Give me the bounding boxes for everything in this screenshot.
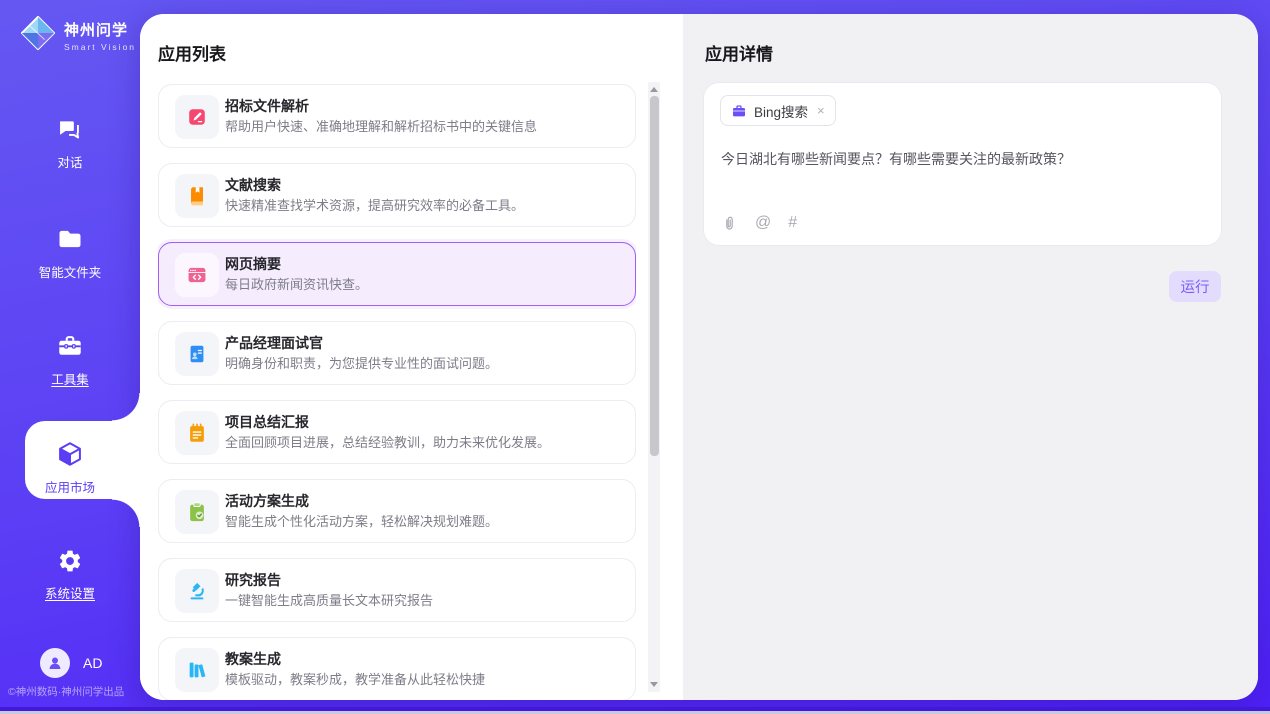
sidebar-item-label: 智能文件夹 xyxy=(0,262,140,281)
app-card-research-report[interactable]: 研究报告 一键智能生成高质量长文本研究报告 xyxy=(158,558,636,622)
app-desc: 全面回顾项目进展，总结经验教训，助力未来优化发展。 xyxy=(225,432,550,451)
diamond-logo-icon xyxy=(19,14,57,57)
sidebar-item-label: 对话 xyxy=(0,152,140,171)
prompt-toolbar: @ # xyxy=(721,214,797,232)
app-name: 招标文件解析 xyxy=(225,96,309,116)
sidebar: 神州问学 Smart Vision 对话 智能文件夹 xyxy=(0,0,140,714)
briefcase-icon xyxy=(731,103,747,119)
app-desc: 一键智能生成高质量长文本研究报告 xyxy=(225,590,433,609)
scroll-down-arrow-icon[interactable] xyxy=(650,682,658,687)
user-account[interactable]: AD xyxy=(40,648,102,678)
sidebar-item-chat[interactable]: 对话 xyxy=(0,115,140,171)
scroll-up-arrow-icon[interactable] xyxy=(650,87,658,92)
browser-code-icon xyxy=(175,253,219,297)
app-name: 网页摘要 xyxy=(225,254,281,274)
scrollbar-thumb[interactable] xyxy=(650,96,659,456)
resume-icon xyxy=(175,332,219,376)
app-card-project-summary[interactable]: 项目总结汇报 全面回顾项目进展，总结经验教训，助力未来优化发展。 xyxy=(158,400,636,464)
avatar xyxy=(40,648,70,678)
app-desc: 快速精准查找学术资源，提高研究效率的必备工具。 xyxy=(225,195,524,214)
main-content: 应用列表 招标文件解析 帮助用户快速、准确地理解和解析招标书中的关键信息 xyxy=(140,14,1258,700)
app-name: 项目总结汇报 xyxy=(225,412,309,432)
app-list: 招标文件解析 帮助用户快速、准确地理解和解析招标书中的关键信息 文献搜索 快速精… xyxy=(158,82,636,700)
app-name: 产品经理面试官 xyxy=(225,333,323,353)
app-name: 教案生成 xyxy=(225,649,281,669)
app-desc: 明确身份和职责，为您提供专业性的面试问题。 xyxy=(225,353,498,372)
detail-title: 应用详情 xyxy=(705,40,773,65)
gear-icon xyxy=(56,548,84,576)
toolbox-icon xyxy=(56,332,84,360)
app-list-panel: 应用列表 招标文件解析 帮助用户快速、准确地理解和解析招标书中的关键信息 xyxy=(140,14,683,700)
app-desc: 模板驱动，教案秒成，教学准备从此轻松快捷 xyxy=(225,669,485,688)
run-button[interactable]: 运行 xyxy=(1169,271,1221,302)
app-logo: 神州问学 Smart Vision xyxy=(19,14,136,57)
sidebar-item-label: 工具集 xyxy=(0,369,140,388)
tool-tag-bing-search[interactable]: Bing搜索 × xyxy=(720,95,836,126)
book-icon xyxy=(175,174,219,218)
app-card-literature-search[interactable]: 文献搜索 快速精准查找学术资源，提高研究效率的必备工具。 xyxy=(158,163,636,227)
app-card-event-plan[interactable]: 活动方案生成 智能生成个性化活动方案，轻松解决规划难题。 xyxy=(158,479,636,543)
notepad-icon xyxy=(175,411,219,455)
app-desc: 每日政府新闻资讯快查。 xyxy=(225,274,368,293)
books-icon xyxy=(175,648,219,692)
app-desc: 帮助用户快速、准确地理解和解析招标书中的关键信息 xyxy=(225,116,537,135)
app-detail-panel: 应用详情 Bing搜索 × 今日湖北有哪些新闻要点？有哪些需要关注的最新政策？ xyxy=(683,14,1258,700)
at-icon[interactable]: @ xyxy=(755,214,771,232)
app-card-web-summary[interactable]: 网页摘要 每日政府新闻资讯快查。 xyxy=(158,242,636,306)
scrollbar[interactable] xyxy=(648,82,660,692)
cube-icon xyxy=(56,440,84,468)
tool-tag-label: Bing搜索 xyxy=(754,101,808,121)
app-desc: 智能生成个性化活动方案，轻松解决规划难题。 xyxy=(225,511,498,530)
app-name: 研究报告 xyxy=(225,570,281,590)
hash-icon[interactable]: # xyxy=(788,214,797,232)
prompt-input[interactable]: 今日湖北有哪些新闻要点？有哪些需要关注的最新政策？ xyxy=(721,149,1203,169)
sidebar-item-label: 应用市场 xyxy=(0,477,140,496)
page-title: 应用列表 xyxy=(158,40,226,65)
app-card-bid-document-analysis[interactable]: 招标文件解析 帮助用户快速、准确地理解和解析招标书中的关键信息 xyxy=(158,84,636,148)
brand-subtitle: Smart Vision xyxy=(64,42,136,52)
app-card-pm-interviewer[interactable]: 产品经理面试官 明确身份和职责，为您提供专业性的面试问题。 xyxy=(158,321,636,385)
paperclip-icon[interactable] xyxy=(721,215,738,232)
app-card-lesson-plan[interactable]: 教案生成 模板驱动，教案秒成，教学准备从此轻松快捷 xyxy=(158,637,636,700)
prompt-card: Bing搜索 × 今日湖北有哪些新闻要点？有哪些需要关注的最新政策？ @ # xyxy=(703,82,1222,246)
copyright-footer: ©神州数码·神州问学出品 xyxy=(8,684,140,699)
sidebar-item-label: 系统设置 xyxy=(0,583,140,602)
sidebar-item-settings[interactable]: 系统设置 xyxy=(0,548,140,602)
sidebar-item-app-market[interactable]: 应用市场 xyxy=(0,440,140,496)
brand-name: 神州问学 xyxy=(64,22,128,39)
folder-icon xyxy=(56,225,84,253)
chat-icon xyxy=(56,115,84,143)
user-name: AD xyxy=(83,655,102,671)
close-icon[interactable]: × xyxy=(817,103,825,118)
sidebar-item-toolset[interactable]: 工具集 xyxy=(0,332,140,388)
microscope-icon xyxy=(175,569,219,613)
sidebar-item-smart-folder[interactable]: 智能文件夹 xyxy=(0,225,140,281)
app-name: 活动方案生成 xyxy=(225,491,309,511)
app-name: 文献搜索 xyxy=(225,175,281,195)
document-edit-icon xyxy=(175,95,219,139)
clipboard-check-icon xyxy=(175,490,219,534)
